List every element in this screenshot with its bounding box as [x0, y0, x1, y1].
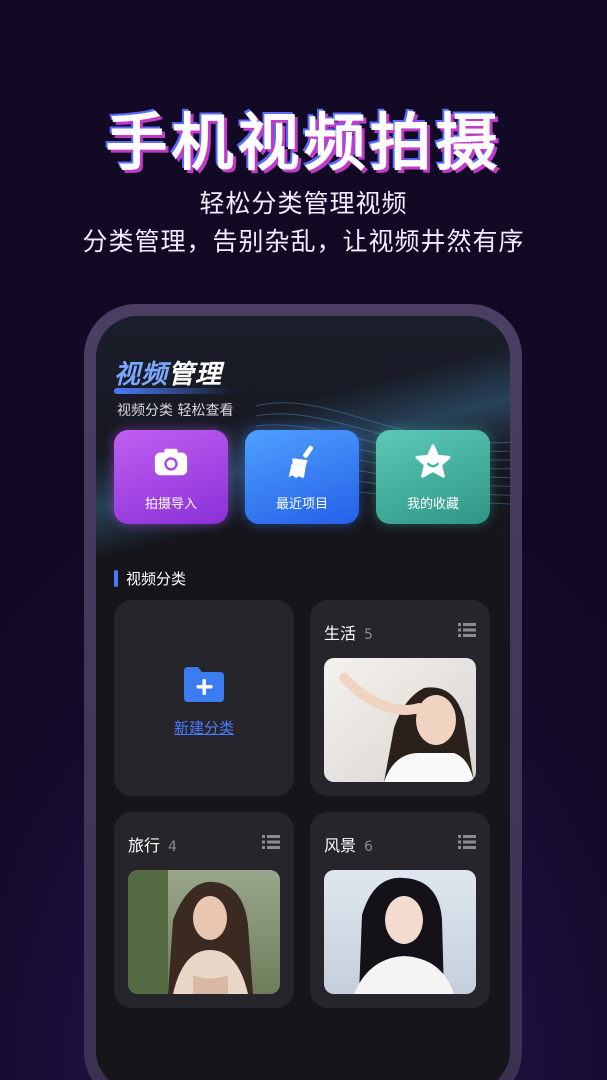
promo-title: 手机视频拍摄: [105, 106, 502, 179]
section-header: 视频分类: [114, 568, 186, 589]
thumbnail-image[interactable]: [324, 870, 476, 994]
promo-subtitle-line2: 分类管理，告别杂乱，让视频井然有序: [82, 227, 525, 256]
list-icon[interactable]: [262, 834, 280, 850]
phone-mockup: 视频管理 视频分类 轻松查看 拍摄导入 最近项目 我的收藏 视频分类 新建分类 …: [84, 304, 522, 1080]
thumbnail-image[interactable]: [324, 658, 476, 782]
app-title-part1: 视频: [114, 360, 169, 390]
my-favorites-label: 我的收藏: [406, 496, 459, 512]
card-header: 生活 5: [324, 620, 373, 644]
category-name: 旅行: [128, 836, 161, 855]
star-icon: [415, 443, 451, 478]
card-header: 旅行 4: [128, 832, 177, 856]
title-underline: [114, 388, 232, 394]
category-count: 4: [168, 839, 177, 855]
recent-projects-label: 最近项目: [275, 496, 328, 512]
new-category-card[interactable]: 新建分类: [114, 600, 294, 796]
category-count: 6: [364, 839, 373, 855]
category-name: 风景: [324, 836, 357, 855]
section-accent-bar: [114, 570, 118, 587]
category-card-travel[interactable]: 旅行 4: [114, 812, 294, 1008]
recent-projects-button[interactable]: 最近项目: [245, 430, 359, 524]
app-title-part2: 管理: [168, 360, 223, 390]
folder-plus-icon: [184, 666, 224, 702]
app-title: 视频管理: [114, 354, 222, 391]
category-count: 5: [364, 627, 373, 643]
list-icon[interactable]: [458, 622, 476, 638]
phone-screen: 视频管理 视频分类 轻松查看 拍摄导入 最近项目 我的收藏 视频分类 新建分类 …: [96, 316, 510, 1080]
list-icon[interactable]: [458, 834, 476, 850]
section-title: 视频分类: [126, 570, 187, 588]
promo-subtitle-line1: 轻松分类管理视频: [199, 189, 408, 218]
thumbnail-image[interactable]: [128, 870, 280, 994]
new-category-label[interactable]: 新建分类: [174, 717, 234, 738]
shoot-import-label: 拍摄导入: [144, 496, 197, 512]
broom-icon: [288, 445, 314, 478]
category-name: 生活: [324, 624, 357, 643]
app-subtitle: 视频分类 轻松查看: [117, 403, 234, 419]
camera-icon: [154, 448, 188, 475]
category-card-life[interactable]: 生活 5: [310, 600, 490, 796]
shoot-import-button[interactable]: 拍摄导入: [114, 430, 228, 524]
category-card-scenery[interactable]: 风景 6: [310, 812, 490, 1008]
my-favorites-button[interactable]: 我的收藏: [376, 430, 490, 524]
card-header: 风景 6: [324, 832, 373, 856]
